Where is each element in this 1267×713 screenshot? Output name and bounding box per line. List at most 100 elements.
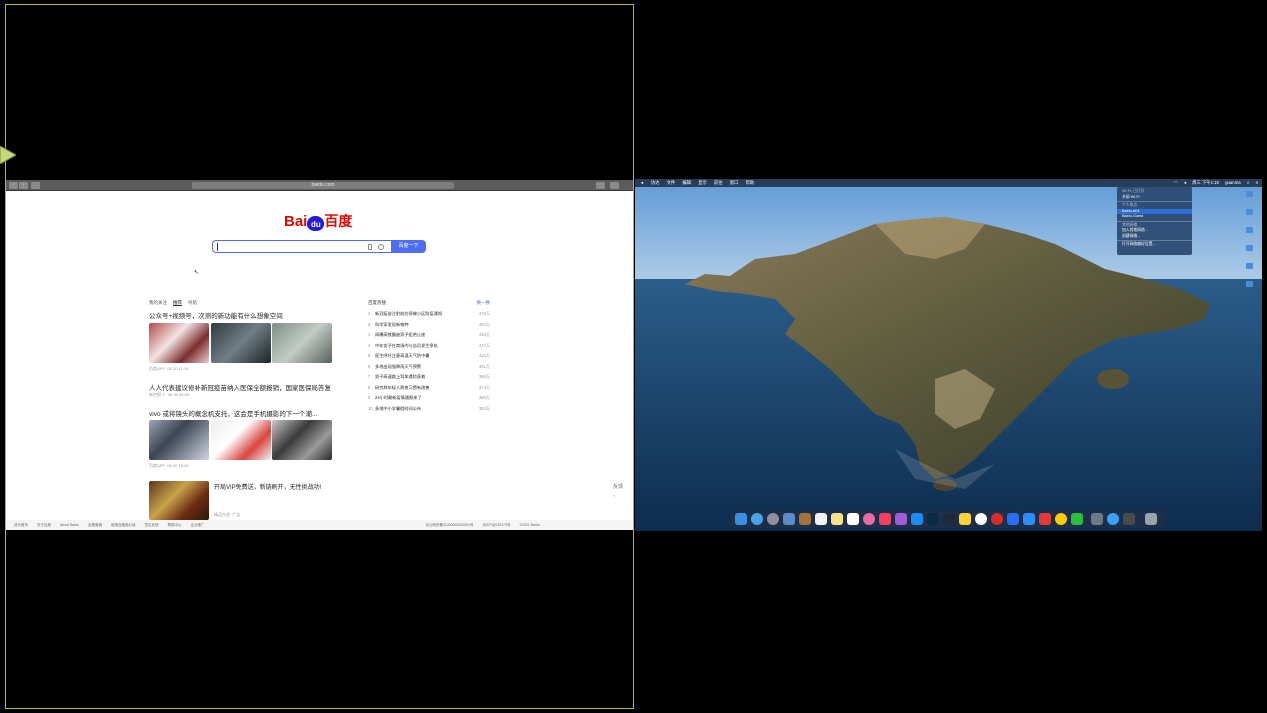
volume-icon[interactable]: ◂ bbox=[1184, 180, 1186, 185]
sidebar-toggle-button[interactable] bbox=[31, 182, 40, 189]
photoshop-icon[interactable] bbox=[927, 513, 939, 525]
menu-help[interactable]: 帮助 bbox=[746, 180, 755, 185]
ad-meta: 精品在途 广告 bbox=[214, 512, 240, 518]
feed-thumbnail[interactable] bbox=[149, 323, 209, 363]
menu-item[interactable]: 创建网络... bbox=[1117, 234, 1192, 240]
share-button[interactable] bbox=[596, 182, 605, 189]
footer-link[interactable]: 意见反馈 bbox=[145, 523, 159, 527]
hot-item[interactable]: 5 医生呼吁注意高温天气防中暑 416万 bbox=[368, 353, 490, 362]
hot-item[interactable]: 10 多地中小学暑假时间公布 353万 bbox=[368, 406, 490, 415]
feed-thumbnail[interactable] bbox=[211, 323, 271, 363]
qq-icon[interactable] bbox=[1055, 513, 1067, 525]
photos-icon[interactable] bbox=[863, 513, 875, 525]
safari-icon[interactable] bbox=[751, 513, 763, 525]
folder-icon[interactable] bbox=[1246, 245, 1253, 251]
feed-item-title[interactable]: vivo 或将镜头的概念机支托，这会是手机摄影的下一个潮... bbox=[149, 408, 317, 418]
footer-link[interactable]: 关于百度 bbox=[37, 523, 51, 527]
edge-icon[interactable] bbox=[1107, 513, 1119, 525]
xmind-icon[interactable] bbox=[1039, 513, 1051, 525]
hot-rank: 8 bbox=[368, 385, 371, 390]
ad-thumbnail[interactable] bbox=[149, 481, 209, 520]
menu-go[interactable]: 前往 bbox=[714, 180, 723, 185]
preview-icon[interactable] bbox=[1091, 513, 1103, 525]
control-center-icon[interactable]: ≡ bbox=[1255, 180, 1258, 185]
notes-icon[interactable] bbox=[831, 513, 843, 525]
screenshot-icon[interactable] bbox=[1123, 513, 1135, 525]
footer-link[interactable]: 百度营销 bbox=[88, 523, 102, 527]
back-button[interactable]: ‹ bbox=[9, 182, 18, 189]
footer-link[interactable]: 使用百度前必读 bbox=[111, 523, 136, 527]
feed-item-title[interactable]: 公众号+视频号，次测的新功能有什么想象空间 bbox=[149, 310, 283, 320]
hot-item[interactable]: 4 中年女子在商场内与店员发生争执 437万 bbox=[368, 343, 490, 352]
back-to-top-button[interactable]: ↑ bbox=[613, 494, 623, 500]
camera-search-icon[interactable] bbox=[378, 244, 384, 250]
search-icon[interactable]: ⌕ bbox=[1247, 180, 1249, 185]
tab-nav[interactable]: 导航 bbox=[188, 300, 197, 305]
reminders-icon[interactable] bbox=[847, 513, 859, 525]
menubar-user[interactable]: guanma bbox=[1225, 180, 1241, 185]
menu-item[interactable]: Baidu-Guest bbox=[1117, 214, 1192, 220]
hot-item[interactable]: 9 24小时最新疫情通报来了 366万 bbox=[368, 395, 490, 404]
footer-link[interactable]: About Baidu bbox=[60, 523, 79, 527]
footer-link[interactable]: 帮助中心 bbox=[167, 523, 181, 527]
launchpad-icon[interactable] bbox=[767, 513, 779, 525]
folder-icon[interactable] bbox=[1246, 263, 1253, 269]
folder-icon[interactable] bbox=[1246, 227, 1253, 233]
netease-music-icon[interactable] bbox=[991, 513, 1003, 525]
menu-item[interactable]: 打开网络偏好设置... bbox=[1117, 242, 1192, 248]
calendar-icon[interactable] bbox=[815, 513, 827, 525]
menubar-clock[interactable]: 周三 下午1:18 bbox=[1192, 180, 1219, 185]
baidu-logo[interactable]: Bai du 百度 bbox=[284, 210, 364, 232]
feedback-button[interactable]: 反馈 bbox=[613, 483, 623, 490]
footer-link[interactable]: 设为首页 bbox=[14, 523, 28, 527]
voice-search-icon[interactable] bbox=[368, 244, 372, 250]
wps-icon[interactable] bbox=[1007, 513, 1019, 525]
refresh-button[interactable]: 换一换 bbox=[477, 300, 491, 306]
feed-thumbnail[interactable] bbox=[149, 420, 209, 460]
tabs-button[interactable] bbox=[610, 182, 619, 189]
hot-item[interactable]: 8 研究称年轻人熬夜习惯有改善 374万 bbox=[368, 385, 490, 394]
tab-following[interactable]: 我的关注 bbox=[149, 300, 167, 305]
folder-icon[interactable] bbox=[1246, 209, 1253, 215]
wifi-icon[interactable]: ◠ bbox=[1174, 180, 1178, 185]
hot-item[interactable]: 7 男子高速路上驾车遇险获救 388万 bbox=[368, 374, 490, 383]
feed-thumbnail[interactable] bbox=[211, 420, 271, 460]
search-button[interactable]: 百度一下 bbox=[391, 240, 426, 253]
apple-menu-icon[interactable]: ● bbox=[641, 180, 644, 185]
sketch-icon[interactable] bbox=[959, 513, 971, 525]
app-store-icon[interactable] bbox=[911, 513, 923, 525]
lark-icon[interactable] bbox=[1023, 513, 1035, 525]
folder-icon[interactable] bbox=[1246, 191, 1253, 197]
footer-link[interactable]: 企业推广 bbox=[190, 523, 204, 527]
search-input[interactable] bbox=[212, 240, 393, 253]
lightroom-icon[interactable] bbox=[943, 513, 955, 525]
ad-title[interactable]: 开局VIP免费送，新链刷开，无性挑战功! bbox=[214, 482, 321, 491]
mac-dock bbox=[731, 510, 1165, 528]
hot-item[interactable]: 1 新冠疫苗注射前应停做小区防疫通知 479万 bbox=[368, 311, 490, 320]
tab-recommend[interactable]: 推荐 bbox=[173, 300, 182, 306]
feed-item-title[interactable]: 人人代表建议修补新冠疫苗纳入医保全额报销，国家医保局答复 bbox=[149, 382, 331, 392]
menu-item[interactable]: 关闭 Wi-Fi bbox=[1117, 195, 1192, 201]
chrome-icon[interactable] bbox=[975, 513, 987, 525]
contacts-icon[interactable] bbox=[799, 513, 811, 525]
feed-thumbnail[interactable] bbox=[272, 323, 332, 363]
hot-item[interactable]: 3 网曝高铁霸座男子拒绝让座 448万 bbox=[368, 332, 490, 341]
hot-item[interactable]: 6 多地出现强降雨天气预警 401万 bbox=[368, 364, 490, 373]
music-icon[interactable] bbox=[879, 513, 891, 525]
hot-heat: 388万 bbox=[478, 374, 490, 379]
menu-window[interactable]: 窗口 bbox=[730, 180, 739, 185]
feed-thumbnail[interactable] bbox=[272, 420, 332, 460]
hot-item[interactable]: 2 科学家发现新物种 453万 bbox=[368, 322, 490, 331]
mail-icon[interactable] bbox=[783, 513, 795, 525]
url-bar[interactable]: baidu.com bbox=[192, 182, 454, 189]
forward-button[interactable]: › bbox=[19, 182, 28, 189]
trash-icon[interactable] bbox=[1145, 513, 1157, 525]
folder-icon[interactable] bbox=[1246, 281, 1253, 287]
finder-icon[interactable] bbox=[735, 513, 747, 525]
podcasts-icon[interactable] bbox=[895, 513, 907, 525]
wechat-icon[interactable] bbox=[1071, 513, 1083, 525]
menu-edit[interactable]: 编辑 bbox=[682, 180, 691, 185]
menu-finder[interactable]: 访达 bbox=[651, 180, 660, 185]
menu-file[interactable]: 文件 bbox=[667, 180, 676, 185]
menu-view[interactable]: 显示 bbox=[698, 180, 707, 185]
